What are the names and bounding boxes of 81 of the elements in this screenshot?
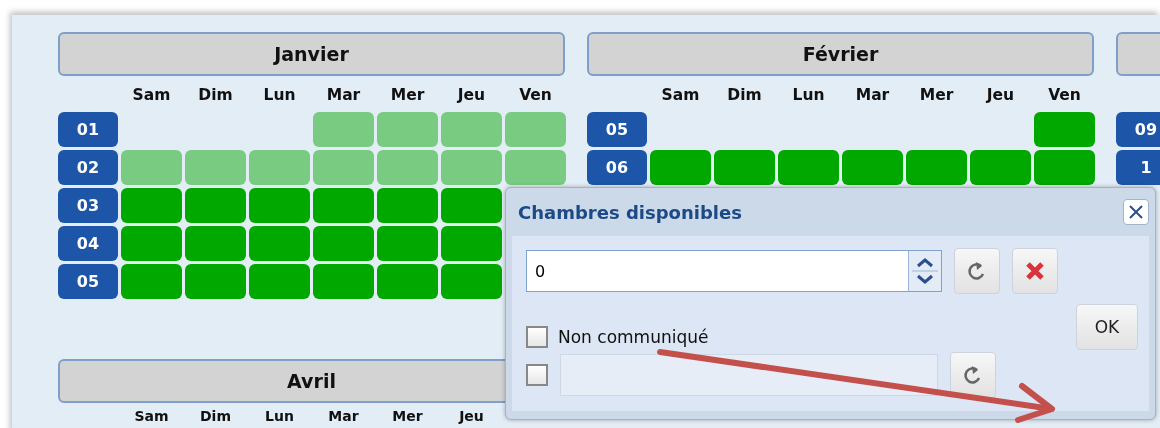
- week-number: 06: [587, 150, 647, 185]
- day-label: Mar: [854, 86, 891, 104]
- spinner-icon[interactable]: [908, 251, 941, 291]
- dialog-title: Chambres disponibles: [518, 201, 742, 223]
- day-cell[interactable]: [505, 112, 566, 147]
- day-cell[interactable]: [377, 226, 438, 261]
- day-label: Ven: [518, 86, 553, 104]
- day-cell[interactable]: [714, 150, 775, 185]
- week-number: 1: [1116, 150, 1160, 185]
- checkbox[interactable]: [526, 364, 548, 386]
- day-cell[interactable]: [650, 150, 711, 185]
- week-number: 05: [587, 112, 647, 147]
- week-number: 01: [58, 112, 118, 147]
- day-label: Mar: [327, 408, 360, 424]
- day-label: Mer: [391, 408, 424, 424]
- day-label: Dim: [197, 86, 234, 104]
- day-cell[interactable]: [377, 112, 438, 147]
- day-label: Lun: [262, 86, 297, 104]
- close-icon: [1127, 203, 1145, 221]
- day-label: Ven: [1047, 86, 1082, 104]
- day-cell[interactable]: [185, 188, 246, 223]
- day-label: Sam: [131, 86, 172, 104]
- day-cell[interactable]: [1034, 112, 1095, 147]
- reset-button[interactable]: [950, 352, 996, 398]
- day-label: Dim: [726, 86, 763, 104]
- day-cell[interactable]: [185, 264, 246, 299]
- day-label: Lun: [791, 86, 826, 104]
- week-number: 05: [58, 264, 118, 299]
- day-cell[interactable]: [313, 226, 374, 261]
- month-header[interactable]: Février: [587, 32, 1094, 76]
- day-cell[interactable]: [313, 112, 374, 147]
- day-cell[interactable]: [121, 264, 182, 299]
- day-label: Jeu: [457, 408, 485, 424]
- checkbox-label: Non communiqué: [558, 327, 709, 347]
- day-cell[interactable]: [121, 188, 182, 223]
- day-label: Jeu: [456, 86, 487, 104]
- day-cell[interactable]: [185, 226, 246, 261]
- day-cell[interactable]: [505, 150, 566, 185]
- week-number: 02: [58, 150, 118, 185]
- day-cell[interactable]: [313, 264, 374, 299]
- day-cell[interactable]: [249, 150, 310, 185]
- month-header[interactable]: Janvier: [58, 32, 565, 76]
- day-cell[interactable]: [441, 188, 502, 223]
- number-field[interactable]: 0: [526, 250, 942, 292]
- day-label: Mar: [325, 86, 362, 104]
- day-cell[interactable]: [121, 226, 182, 261]
- day-cell[interactable]: [313, 150, 374, 185]
- day-cell[interactable]: [1034, 150, 1095, 185]
- day-label: Dim: [199, 408, 232, 424]
- reset-button[interactable]: [954, 248, 1000, 294]
- day-cell[interactable]: [377, 188, 438, 223]
- day-cell[interactable]: [249, 226, 310, 261]
- day-cell[interactable]: [249, 188, 310, 223]
- day-label: Mer: [389, 86, 426, 104]
- ok-button[interactable]: OK: [1076, 304, 1138, 350]
- day-label: Lun: [264, 408, 295, 424]
- day-label: Mer: [918, 86, 955, 104]
- checkbox[interactable]: [526, 326, 548, 348]
- day-cell[interactable]: [313, 188, 374, 223]
- week-number: 03: [58, 188, 118, 223]
- day-label: Sam: [133, 408, 170, 424]
- week-number: 09: [1116, 112, 1160, 147]
- day-cell[interactable]: [441, 264, 502, 299]
- day-cell[interactable]: [185, 150, 246, 185]
- day-label: Sam: [660, 86, 701, 104]
- close-icon: [1024, 260, 1046, 282]
- day-cell[interactable]: [441, 112, 502, 147]
- day-cell[interactable]: [906, 150, 967, 185]
- day-cell[interactable]: [377, 150, 438, 185]
- day-cell[interactable]: [970, 150, 1031, 185]
- week-number: 04: [58, 226, 118, 261]
- close-button[interactable]: [1123, 199, 1149, 225]
- day-cell[interactable]: [377, 264, 438, 299]
- day-cell[interactable]: [778, 150, 839, 185]
- day-cell[interactable]: [842, 150, 903, 185]
- day-cell[interactable]: [121, 150, 182, 185]
- day-cell[interactable]: [441, 150, 502, 185]
- day-label: Jeu: [985, 86, 1016, 104]
- delete-button[interactable]: [1012, 248, 1058, 294]
- day-cell[interactable]: [441, 226, 502, 261]
- day-cell[interactable]: [249, 264, 310, 299]
